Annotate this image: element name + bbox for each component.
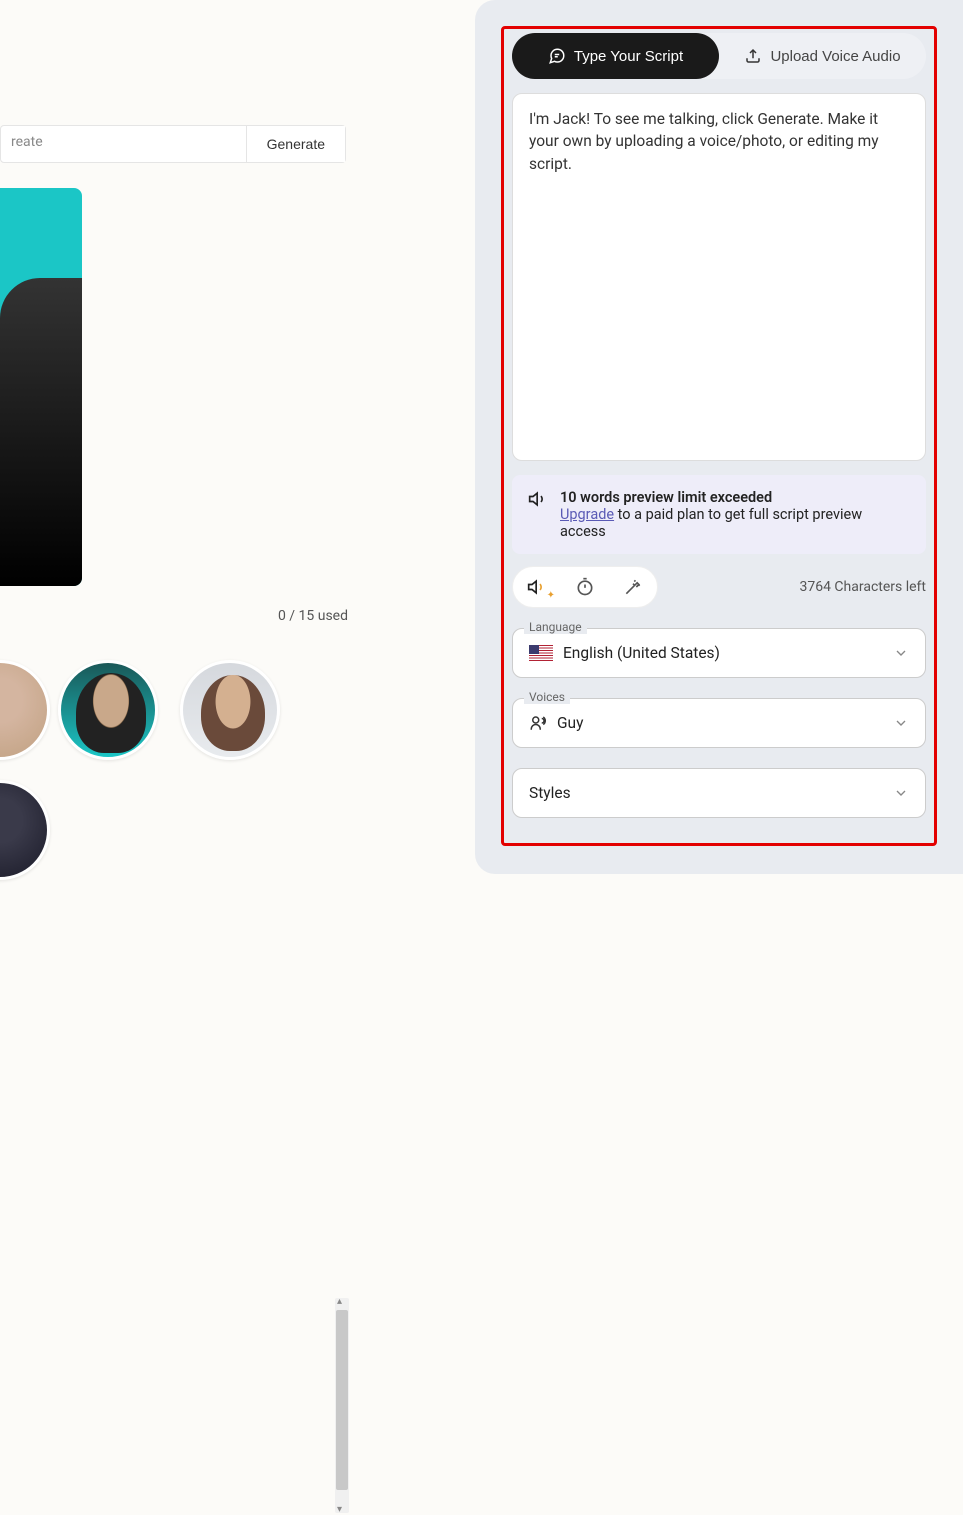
tab-upload-audio-label: Upload Voice Audio: [770, 48, 900, 65]
avatar-gallery: [0, 650, 348, 860]
create-input-partial[interactable]: reate: [1, 126, 246, 162]
chat-icon: [548, 47, 566, 65]
tab-upload-audio[interactable]: Upload Voice Audio: [719, 33, 926, 79]
characters-left: 3764 Characters left: [799, 579, 926, 595]
avatar-thumb-2[interactable]: [58, 660, 158, 760]
tool-row: ✦ 3764 Characters left: [512, 566, 926, 608]
scrollbar-thumb[interactable]: [336, 1310, 348, 1490]
voices-value: Guy: [557, 714, 583, 732]
avatar-scrollbar[interactable]: [335, 1298, 349, 1513]
banner-title: 10 words preview limit exceeded: [560, 489, 910, 506]
styles-select[interactable]: Styles: [512, 768, 926, 818]
generate-button[interactable]: Generate: [246, 126, 345, 162]
usage-counter: 0 / 15 used: [0, 608, 348, 624]
avatar-thumb-4[interactable]: [0, 780, 50, 880]
stopwatch-icon: [575, 577, 595, 597]
wand-icon: [623, 577, 643, 597]
language-value: English (United States): [563, 644, 720, 662]
speaker-wave-icon: [527, 577, 547, 597]
preview-audio-button[interactable]: ✦: [513, 567, 561, 607]
upload-icon: [744, 47, 762, 65]
input-mode-tabs: Type Your Script Upload Voice Audio: [512, 33, 926, 79]
voices-select[interactable]: Guy: [512, 698, 926, 748]
upgrade-link[interactable]: Upgrade: [560, 506, 614, 523]
banner-text: 10 words preview limit exceeded Upgrade …: [560, 489, 910, 540]
person-voice-icon: [529, 714, 547, 732]
tool-buttons: ✦: [512, 566, 658, 608]
highlight-box: Type Your Script Upload Voice Audio 10 w…: [501, 26, 937, 846]
create-input-row: reate Generate: [0, 125, 346, 163]
magic-button[interactable]: [609, 567, 657, 607]
us-flag-icon: [529, 645, 553, 661]
timing-button[interactable]: [561, 567, 609, 607]
chevron-down-icon: [893, 785, 909, 801]
speaker-icon: [528, 489, 548, 540]
tab-type-script-label: Type Your Script: [574, 48, 683, 65]
preview-limit-banner: 10 words preview limit exceeded Upgrade …: [512, 475, 926, 554]
tab-type-script[interactable]: Type Your Script: [512, 33, 719, 79]
chevron-down-icon: [893, 645, 909, 661]
avatar-preview: [0, 188, 82, 586]
voices-field: Voices Guy: [512, 698, 926, 748]
language-label: Language: [524, 620, 587, 634]
voices-label: Voices: [524, 690, 570, 704]
avatar-thumb-1[interactable]: [0, 660, 50, 760]
language-select[interactable]: English (United States): [512, 628, 926, 678]
styles-label: Styles: [529, 784, 571, 802]
script-textarea[interactable]: [512, 93, 926, 461]
avatar-thumb-3[interactable]: [180, 660, 280, 760]
avatar-preview-figure: [0, 278, 82, 586]
language-field: Language English (United States): [512, 628, 926, 678]
styles-field: Styles: [512, 768, 926, 818]
script-panel: Type Your Script Upload Voice Audio 10 w…: [475, 0, 963, 874]
chevron-down-icon: [893, 715, 909, 731]
